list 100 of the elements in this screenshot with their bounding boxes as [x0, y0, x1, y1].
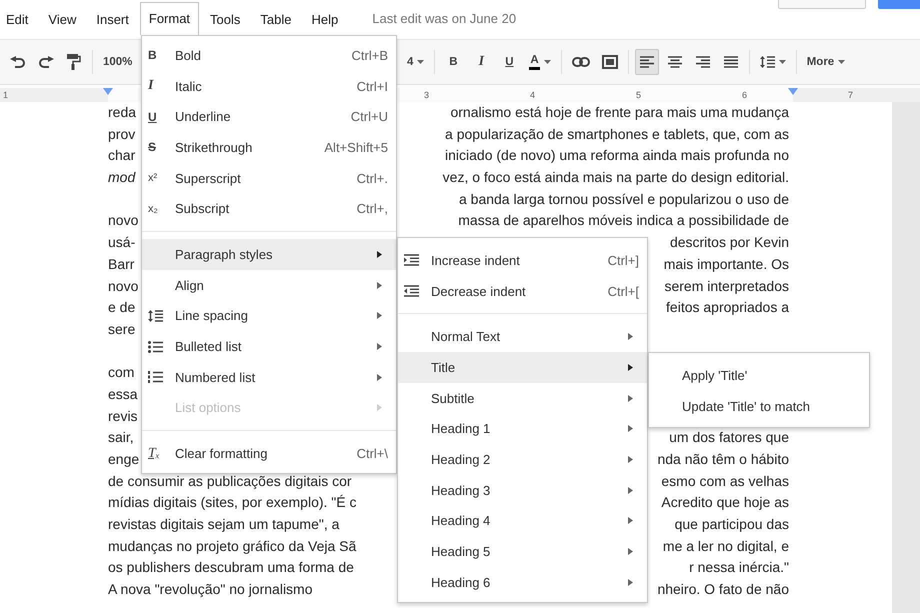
document-text: nheiro. O fato de não: [657, 580, 789, 600]
menu-item[interactable]: Numbered list: [142, 362, 396, 393]
document-text: serem interpretados: [664, 276, 789, 296]
menu-item[interactable]: Title: [398, 352, 647, 383]
menu-item[interactable]: Tₓ Clear formatting Ctrl+\: [142, 438, 396, 469]
document-text: enge: [108, 450, 140, 469]
menu-item[interactable]: Heading 6: [398, 566, 647, 598]
document-text: nda não têm o hábito: [657, 450, 789, 469]
document-text: a banda larga tornou possível e popularizou o uso de: [458, 190, 789, 209]
document-text: vez, o foco está ainda mais na parte do design editorial.: [442, 168, 789, 188]
indent-marker-icon: [103, 88, 113, 95]
document-text: usá-: [108, 233, 136, 252]
document-text: sair,: [108, 428, 134, 448]
menu-bar-item[interactable]: Format: [140, 2, 200, 35]
document-text: char: [108, 146, 136, 166]
document-text: os publishers descubram uma forma de: [108, 558, 354, 578]
document-text: novo: [108, 211, 138, 230]
menu-item[interactable]: Paragraph styles: [142, 239, 396, 270]
toolbar-button[interactable]: [634, 49, 659, 75]
menu-item[interactable]: Heading 3: [398, 474, 647, 506]
ruler-number: 1: [3, 89, 8, 101]
increase-indent-icon: [404, 254, 419, 266]
document-text: novo: [108, 276, 138, 296]
align-left-icon: [640, 56, 654, 68]
underline-icon: U: [148, 110, 157, 124]
menu-bar-item[interactable]: View: [39, 3, 86, 35]
menu-item[interactable]: Apply 'Title': [649, 360, 869, 391]
document-text: Barr: [108, 254, 134, 274]
numbered-list-icon: [148, 371, 163, 384]
decrease-indent-icon: [404, 285, 419, 298]
link-icon: [572, 57, 590, 67]
document-text: massa de aparelhos móveis indica a possibilidade de: [458, 211, 789, 230]
bold-icon: B: [148, 48, 157, 62]
document-text: e de: [108, 298, 136, 318]
document-text: Acredito que hoje as: [661, 493, 789, 512]
document-text: r nessa inércia.": [689, 558, 789, 578]
menu-item[interactable]: B Bold Ctrl+B: [142, 40, 396, 71]
document-text: reda: [108, 103, 136, 122]
subscript-icon: x₂: [148, 202, 158, 216]
italic-icon: I: [148, 79, 154, 94]
toolbar-button[interactable]: I: [469, 49, 494, 75]
menu-item[interactable]: Align: [142, 270, 396, 300]
toolbar-button[interactable]: More: [802, 49, 850, 75]
document-text: iniciado (de novo) uma reforma ainda mais profunda no: [445, 146, 789, 166]
menu-item[interactable]: Decrease indent Ctrl+[: [398, 276, 647, 306]
paint-roller-icon: [67, 54, 81, 70]
menu-item[interactable]: I Italic Ctrl+I: [142, 70, 396, 102]
menu-item[interactable]: x₂ Subscript Ctrl+,: [142, 193, 396, 224]
menu-item[interactable]: Heading 2: [398, 444, 647, 475]
menu-bar-item[interactable]: Insert: [87, 3, 138, 35]
line-spacing-icon: [760, 56, 775, 68]
toolbar-button[interactable]: A: [525, 49, 555, 75]
toolbar-button[interactable]: 4: [403, 49, 428, 75]
document-text: me a ler no digital, e: [662, 536, 789, 556]
menu-item[interactable]: Line spacing: [142, 300, 396, 332]
ruler-number: 6: [742, 89, 748, 101]
menu-item[interactable]: Normal Text: [398, 321, 647, 352]
strikethrough-icon: S: [148, 140, 156, 154]
ruler-number: 5: [636, 89, 642, 101]
document-text: mudanças no projeto gráfico da Veja Sã: [108, 536, 356, 556]
document-text: ornalismo está hoje de frente para mais uma mudança: [450, 103, 789, 122]
document-text: esmo com as velhas: [661, 472, 789, 491]
toolbar-button[interactable]: B: [441, 49, 466, 75]
menu-bar-item[interactable]: Table: [251, 3, 300, 35]
ruler-number: 7: [848, 89, 854, 101]
document-text: prov: [108, 124, 136, 144]
menu-bar-item[interactable]: Tools: [201, 3, 250, 35]
document-text: um dos fatores que: [669, 428, 789, 448]
menu-item[interactable]: Heading 1: [398, 413, 647, 444]
ruler-number: 3: [424, 89, 430, 101]
document-text: descritos por Kevin: [670, 233, 789, 252]
document-text: de consumir as publicações digitais cor: [108, 472, 352, 491]
menu-item[interactable]: Bulleted list: [142, 331, 396, 362]
toolbar-button[interactable]: 100%: [99, 49, 136, 75]
document-text: sere: [108, 320, 136, 339]
menu-bar-item[interactable]: Help: [302, 3, 348, 35]
menu-item[interactable]: Subtitle: [398, 382, 647, 414]
document-text: com: [108, 363, 134, 382]
line-spacing-icon: [148, 310, 163, 322]
menu-item[interactable]: Heading 5: [398, 536, 647, 567]
menu-item[interactable]: Heading 4: [398, 506, 647, 536]
menu-item[interactable]: Update 'Title' to match: [649, 390, 869, 422]
document-text: A nova "revolução" no jornalismo: [108, 580, 312, 600]
indent-marker-icon: [788, 88, 798, 95]
document-text: mais importante. Os: [664, 254, 789, 274]
menu-item[interactable]: U Underline Ctrl+U: [142, 101, 396, 132]
menu-item[interactable]: S Strikethrough Alt+Shift+5: [142, 132, 396, 163]
document-text: revis: [108, 406, 138, 426]
toolbar-button[interactable]: U: [497, 49, 522, 75]
clear-formatting-icon: Tₓ: [148, 446, 160, 461]
undo-icon: [10, 56, 26, 68]
align-justify-icon: [724, 56, 738, 68]
document-text: essa: [108, 384, 138, 404]
menu-item[interactable]: Increase indent Ctrl+]: [398, 245, 647, 276]
image-icon: [602, 55, 618, 69]
superscript-icon: x²: [148, 171, 158, 186]
redo-icon: [38, 56, 54, 68]
menu-item[interactable]: x² Superscript Ctrl+.: [142, 162, 396, 194]
document-text: revistas digitais sejam um tapume", a: [108, 515, 340, 534]
menu-bar-item[interactable]: Edit: [1, 3, 38, 35]
